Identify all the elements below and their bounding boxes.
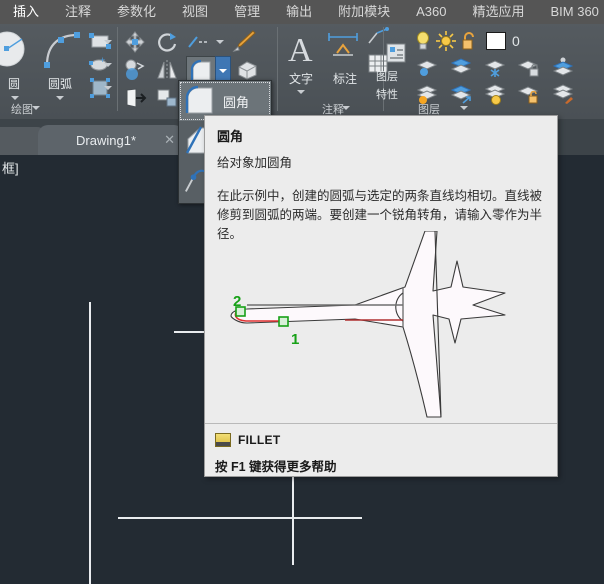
panel-annotation-expand-arrow[interactable] xyxy=(342,106,350,110)
lightbulb-icon[interactable] xyxy=(412,30,434,52)
layer-merge-button[interactable] xyxy=(550,56,576,80)
fillet-icon xyxy=(183,85,217,117)
layer-color-swatch[interactable] xyxy=(486,32,506,50)
layer-properties-button[interactable] xyxy=(383,40,409,66)
rotate-tool-button[interactable] xyxy=(154,30,180,54)
layer-freeze-button[interactable] xyxy=(482,56,508,80)
match-properties-button[interactable] xyxy=(230,28,258,54)
dimension-tool-button[interactable] xyxy=(324,26,364,70)
command-icon xyxy=(215,433,231,447)
tooltip-illustration: 2 1 xyxy=(205,231,557,423)
properties-panel-text: 特性 xyxy=(372,86,402,102)
selection-marker-1 xyxy=(279,317,288,326)
ribbon-tab-bim360[interactable]: BIM 360 xyxy=(538,0,604,24)
ribbon-tab-insert[interactable]: 插入 xyxy=(0,0,52,24)
ribbon-tab-a360[interactable]: A360 xyxy=(403,0,459,24)
svg-text:A: A xyxy=(288,32,313,68)
tooltip-command-name: FILLET xyxy=(238,433,280,447)
extrude-tool-button[interactable] xyxy=(234,58,260,82)
ribbon-tab-strip: 插入 注释 参数化 视图 管理 输出 附加模块 A360 精选应用 BIM 36… xyxy=(0,0,604,25)
sun-icon[interactable] xyxy=(434,30,458,52)
unlock-icon[interactable] xyxy=(458,30,480,52)
panel-draw: 圆 圆弧 xyxy=(0,24,118,119)
layer-unlock-button[interactable] xyxy=(516,82,542,106)
gradient-dropdown-arrow[interactable] xyxy=(104,86,112,90)
text-tool-button[interactable]: A xyxy=(282,26,320,70)
crosshair-horizontal xyxy=(118,517,362,519)
fillet-tooltip: 圆角 给对象加圆角 在此示例中，创建的圆弧与选定的两条直线均相切。直线被修剪到圆… xyxy=(204,115,558,477)
move-tool-button[interactable] xyxy=(122,30,148,54)
layer-isolate-button[interactable] xyxy=(414,56,440,80)
fillet-chevron-down-icon xyxy=(219,69,227,73)
ribbon-tab-parametric[interactable]: 参数化 xyxy=(104,0,169,24)
dimension-tool-label: 标注 xyxy=(322,70,368,87)
mirror-tool-button[interactable] xyxy=(154,58,180,82)
panel-layer-expand-arrow[interactable] xyxy=(460,106,468,110)
current-layer-name[interactable]: 0 xyxy=(512,33,520,49)
layer-lock-button[interactable] xyxy=(516,56,542,80)
ribbon-tab-view[interactable]: 视图 xyxy=(169,0,221,24)
tooltip-subtitle: 给对象加圆角 xyxy=(205,145,557,171)
ribbon-tab-featured-apps[interactable]: 精选应用 xyxy=(459,0,537,24)
tooltip-help-text: 按 F1 键获得更多帮助 xyxy=(205,447,557,475)
crosshair-vertical xyxy=(292,470,294,565)
document-tab-title: Drawing1* xyxy=(38,133,162,148)
ribbon-tab-annotate[interactable]: 注释 xyxy=(52,0,104,24)
arc-tool-label: 圆弧 xyxy=(33,75,87,92)
rectangle-dropdown-arrow[interactable] xyxy=(104,40,112,44)
marker-label-1: 1 xyxy=(291,331,299,348)
command-line-text: 框] xyxy=(0,155,21,180)
autocad-window: 插入 注释 参数化 视图 管理 输出 附加模块 A360 精选应用 BIM 36… xyxy=(0,0,604,584)
layer-status-bar: 0 xyxy=(412,28,592,54)
circle-tool-button[interactable] xyxy=(0,28,34,74)
marker-label-2: 2 xyxy=(233,293,241,310)
tooltip-command-row: FILLET xyxy=(205,424,557,447)
hatch-dropdown-arrow[interactable] xyxy=(104,63,112,67)
ribbon-body: 圆 圆弧 xyxy=(0,24,604,120)
circle-dropdown-arrow[interactable] xyxy=(11,96,19,100)
circle-tool-label: 圆 xyxy=(0,75,28,92)
tooltip-title: 圆角 xyxy=(205,116,557,145)
layer-unisolate-button[interactable] xyxy=(448,56,474,80)
copy-tool-button[interactable] xyxy=(122,58,148,82)
trim-tool-button[interactable] xyxy=(186,30,212,54)
flyout-item-fillet-label: 圆角 xyxy=(223,92,249,111)
trim-dropdown-arrow[interactable] xyxy=(216,40,224,44)
cad-vertical-line-left xyxy=(89,302,91,584)
arc-dropdown-arrow[interactable] xyxy=(56,96,64,100)
ribbon-tab-output[interactable]: 输出 xyxy=(273,0,325,24)
ribbon-tab-addins[interactable]: 附加模块 xyxy=(325,0,403,24)
tooltip-footer: FILLET 按 F1 键获得更多帮助 xyxy=(205,424,557,475)
text-dropdown-arrow[interactable] xyxy=(297,90,305,94)
arc-tool-button[interactable] xyxy=(40,28,84,72)
panel-draw-expand-arrow[interactable] xyxy=(32,106,40,110)
layer-match-button[interactable] xyxy=(550,82,576,106)
layer-panel-text: 图层 xyxy=(372,68,402,84)
document-tab-drawing1[interactable]: Drawing1* ✕ xyxy=(38,125,184,155)
ribbon-tab-manage[interactable]: 管理 xyxy=(221,0,273,24)
text-tool-label: 文字 xyxy=(278,70,324,87)
panel-layer: 图层 特性 xyxy=(384,24,604,119)
